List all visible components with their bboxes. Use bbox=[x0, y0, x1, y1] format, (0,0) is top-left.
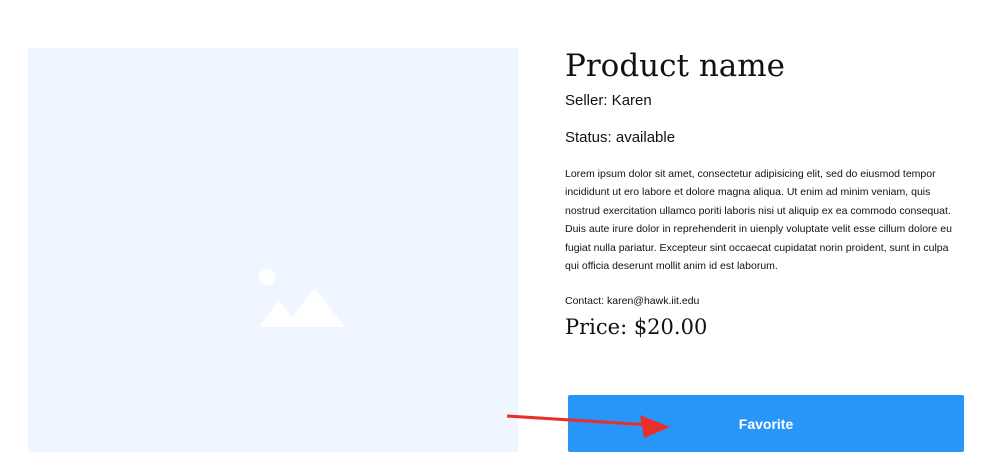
seller-label: Seller: Karen bbox=[565, 92, 652, 109]
price-label: Price: $20.00 bbox=[565, 315, 708, 340]
image-placeholder-icon bbox=[259, 269, 345, 327]
product-description: Lorem ipsum dolor sit amet, consectetur … bbox=[565, 168, 952, 273]
favorite-button[interactable]: Favorite bbox=[568, 395, 964, 452]
product-details: Product name Seller: Karen Status: avail… bbox=[565, 48, 965, 341]
product-image bbox=[28, 48, 518, 452]
contact-label: Contact: karen@hawk.iit.edu bbox=[565, 295, 700, 308]
product-page: Product name Seller: Karen Status: avail… bbox=[0, 0, 991, 466]
status-label: Status: available bbox=[565, 129, 676, 146]
product-title: Product name bbox=[565, 48, 786, 84]
